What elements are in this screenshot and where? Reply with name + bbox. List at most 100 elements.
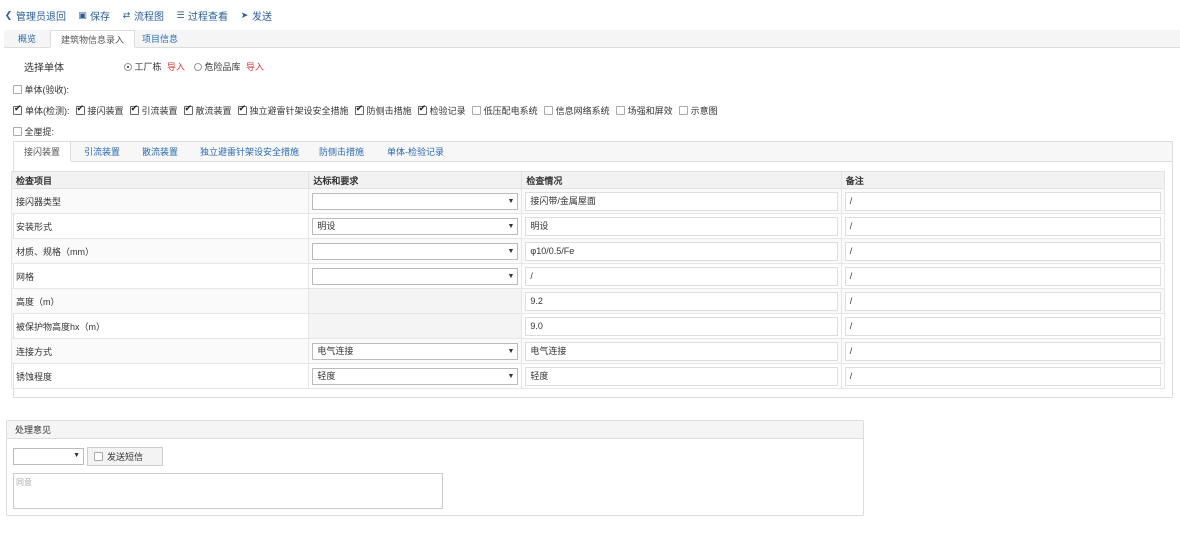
send-sms-button[interactable]: 发送短信 (87, 447, 163, 466)
note-input[interactable]: / (844, 191, 1161, 211)
requirement-select[interactable]: ▼ (312, 242, 519, 260)
requirement-select[interactable]: 明设 ▼ (312, 217, 519, 235)
note-input[interactable]: / (844, 366, 1161, 386)
checkbox[interactable] (678, 106, 688, 115)
cell-requirement: ▼ (308, 263, 523, 289)
cell-note: / (840, 263, 1166, 289)
send-icon: ➤ (240, 9, 249, 20)
whole-floor-label: 全厘提: (24, 127, 55, 137)
unit-warehouse-label: 危险品库 (204, 62, 241, 72)
subtab-down-conductor[interactable]: 引流装置 (84, 142, 120, 162)
checkbox[interactable] (129, 104, 139, 115)
checkbox[interactable] (75, 104, 85, 115)
sms-checkbox[interactable] (94, 452, 103, 461)
detect-item[interactable]: 独立避雷针架设安全措施 (237, 104, 349, 117)
import-link-factory[interactable]: 导入 (167, 62, 185, 72)
checkbox[interactable] (237, 104, 247, 115)
cell-requirement: ▼ (308, 238, 523, 264)
detect-item[interactable]: 单体(检测): (13, 104, 70, 117)
cell-note: / (840, 213, 1166, 239)
table-row: 安装形式 明设 ▼ 明设 / (10, 213, 1166, 239)
cell-item: 安装形式 (10, 213, 310, 239)
detect-item[interactable]: 引流装置 (129, 104, 178, 117)
unit-option-factory[interactable]: 工厂栋 导入 (124, 60, 185, 73)
unit-factory-label: 工厂栋 (134, 62, 162, 72)
tab-overview[interactable]: 概览 (8, 30, 46, 48)
detect-item[interactable]: 示意图 (678, 104, 718, 117)
status-input[interactable]: 9.0 (525, 316, 838, 336)
checkbox[interactable] (354, 104, 364, 115)
whole-floor-row[interactable]: 全厘提: (13, 125, 54, 138)
opinion-textarea[interactable]: 同意 (13, 473, 443, 509)
note-input[interactable]: / (844, 266, 1161, 286)
return-icon: ❮ (4, 9, 13, 20)
sms-label: 发送短信 (107, 452, 144, 462)
detect-item-label: 散流装置 (195, 106, 232, 116)
radio-factory[interactable] (124, 63, 132, 71)
checkbox[interactable] (417, 104, 427, 115)
status-input[interactable]: φ10/0.5/Fe (525, 241, 838, 261)
subtab-air-terminal[interactable]: 接闪装置 (14, 142, 72, 162)
detect-item[interactable]: 散流装置 (183, 104, 232, 117)
note-input[interactable]: / (844, 316, 1161, 336)
status-input[interactable]: 明设 (525, 216, 838, 236)
detect-item-label: 场强和屏效 (627, 106, 673, 116)
cell-note: / (840, 313, 1166, 339)
detect-item[interactable]: 信息网络系统 (543, 104, 610, 117)
requirement-select[interactable]: ▼ (312, 192, 519, 210)
admin-return-button[interactable]: ❮ 管理员退回 (4, 8, 66, 23)
cell-item: 接闪器类型 (10, 188, 310, 214)
save-button[interactable]: ▣ 保存 (78, 8, 110, 23)
note-input[interactable]: / (844, 341, 1161, 361)
tab-building-info[interactable]: 建筑物信息录入 (50, 30, 136, 48)
detect-checkbox-row: 单体(检测): 接闪装置 引流装置 散流装置 独立避雷针架设安全措施 防侧击措施… (13, 104, 718, 117)
detect-item-label: 信息网络系统 (555, 106, 610, 116)
requirement-select[interactable]: 电气连接 ▼ (312, 342, 519, 360)
note-input[interactable]: / (844, 216, 1161, 236)
status-input[interactable]: 9.2 (525, 291, 838, 311)
cell-item: 网格 (10, 263, 310, 289)
note-input[interactable]: / (844, 291, 1161, 311)
opinion-select[interactable]: ▼ (13, 448, 84, 465)
flowchart-button[interactable]: ⇄ 流程图 (122, 8, 164, 23)
opinion-panel: 处理意见 ▼ 发送短信 同意 (6, 420, 864, 516)
cell-status: 9.2 (521, 288, 842, 314)
tab-project-info[interactable]: 项目信息 (132, 30, 188, 48)
requirement-select[interactable]: 轻度 ▼ (312, 367, 519, 385)
detect-item[interactable]: 防侧击措施 (354, 104, 412, 117)
status-input[interactable]: 电气连接 (525, 341, 838, 361)
whole-floor-checkbox[interactable] (13, 127, 22, 136)
detect-item[interactable]: 检验记录 (417, 104, 466, 117)
subtab-rod-safety[interactable]: 独立避雷针架设安全措施 (200, 142, 299, 162)
detect-item-label: 检验记录 (429, 106, 466, 116)
status-input[interactable]: 轻度 (525, 366, 838, 386)
subtab-side-strike[interactable]: 防侧击措施 (319, 142, 364, 162)
checkbox[interactable] (543, 106, 553, 115)
detect-item[interactable]: 接闪装置 (75, 104, 124, 117)
cell-item: 材质、规格（mm） (10, 238, 310, 264)
acceptance-row[interactable]: 单体(验收): (13, 83, 69, 96)
requirement-select-value: 轻度 (317, 370, 336, 381)
process-view-button[interactable]: ☰ 过程查看 (176, 8, 228, 23)
select-unit-label: 选择单体 (24, 63, 64, 74)
status-input[interactable]: / (525, 266, 838, 286)
subtab-grounding[interactable]: 散流装置 (142, 142, 178, 162)
checkbox[interactable] (471, 106, 481, 115)
save-label: 保存 (90, 11, 110, 23)
import-link-warehouse[interactable]: 导入 (246, 62, 264, 72)
send-button[interactable]: ➤ 发送 (240, 8, 272, 23)
detect-item-label: 单体(检测): (25, 106, 70, 116)
checkbox[interactable] (615, 106, 625, 115)
subtab-inspection-record[interactable]: 单体-检验记录 (387, 142, 444, 162)
status-input[interactable]: 接闪带/金属屋面 (525, 191, 838, 211)
detect-item[interactable]: 场强和屏效 (615, 104, 673, 117)
note-input[interactable]: / (844, 241, 1161, 261)
table-header-row: 检查项目 达标和要求 检查情况 备注 (10, 171, 1166, 189)
radio-warehouse[interactable] (194, 63, 202, 71)
checkbox[interactable] (183, 104, 193, 115)
unit-option-warehouse[interactable]: 危险品库 导入 (194, 60, 264, 73)
requirement-select[interactable]: ▼ (312, 267, 519, 285)
detect-item[interactable]: 低压配电系统 (471, 104, 538, 117)
acceptance-checkbox[interactable] (13, 85, 22, 94)
checkbox[interactable] (13, 104, 22, 115)
